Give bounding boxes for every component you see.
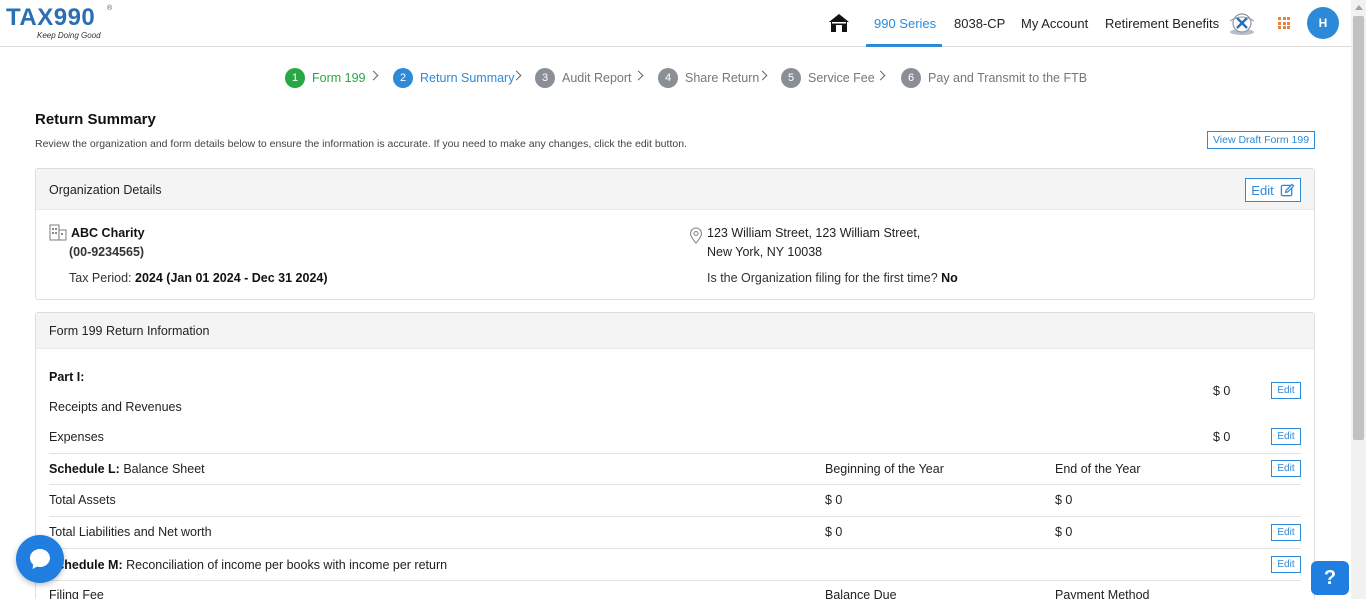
return-information-body: Part I: Receipts and Revenues $ 0 Edit E… — [36, 349, 1314, 599]
nav-retirement-benefits[interactable]: Retirement Benefits — [1105, 16, 1219, 31]
total-assets-begin: $ 0 — [825, 493, 843, 507]
logo-tagline: Keep Doing Good — [37, 31, 101, 40]
return-information-card: Form 199 Return Information Part I: Rece… — [35, 312, 1315, 599]
first-time-filing: Is the Organization filing for the first… — [707, 271, 958, 285]
step-number: 4 — [658, 68, 678, 88]
step-audit-report[interactable]: 3 Audit Report — [535, 68, 631, 88]
total-liabilities-end: $ 0 — [1055, 525, 1073, 539]
step-share-return[interactable]: 4 Share Return — [658, 68, 759, 88]
step-number: 3 — [535, 68, 555, 88]
step-number: 5 — [781, 68, 801, 88]
divider — [49, 580, 1301, 581]
divider — [49, 516, 1301, 517]
card-header: Form 199 Return Information — [36, 313, 1314, 349]
top-navbar: TAX990 ® Keep Doing Good 990 Series 8038… — [0, 0, 1351, 47]
help-button[interactable]: ? — [1311, 561, 1349, 595]
scroll-up-arrow-icon[interactable] — [1355, 5, 1363, 10]
first-time-label: Is the Organization filing for the first… — [707, 271, 942, 285]
step-number: 1 — [285, 68, 305, 88]
first-time-value: No — [941, 271, 958, 285]
address-line-1: 123 William Street, 123 William Street, — [707, 226, 921, 240]
filing-fee-label: Filing Fee — [49, 588, 104, 599]
address-line-2: New York, NY 10038 — [707, 245, 823, 259]
edit-pencil-icon — [1280, 183, 1295, 196]
card-title: Form 199 Return Information — [49, 324, 210, 338]
total-liabilities-begin: $ 0 — [825, 525, 843, 539]
divider — [49, 453, 1301, 454]
tax-period-value: 2024 (Jan 01 2024 - Dec 31 2024) — [135, 271, 328, 285]
schedule-m-heading: Schedule M: Reconciliation of income per… — [49, 558, 448, 572]
page-description: Review the organization and form details… — [35, 138, 687, 150]
chevron-right-icon — [633, 70, 644, 81]
tax-period-label: Tax Period: — [69, 271, 136, 285]
organization-details-body: ABC Charity (00-9234565) Tax Period: 202… — [36, 210, 1314, 299]
step-label: Service Fee — [808, 71, 875, 85]
expenses-amount: $ 0 — [1213, 430, 1231, 444]
home-icon[interactable] — [828, 12, 850, 34]
column-end-of-year: End of the Year — [1055, 462, 1141, 476]
organization-details-card: Organization Details Edit ABC Charity (0… — [35, 168, 1315, 300]
column-beginning-of-year: Beginning of the Year — [825, 462, 944, 476]
schedule-l-heading: Schedule L: Balance Sheet — [49, 462, 205, 476]
tax990-logo[interactable]: TAX990 ® Keep Doing Good — [6, 4, 112, 41]
chevron-right-icon — [875, 70, 886, 81]
edit-receipts-button[interactable]: Edit — [1271, 382, 1301, 399]
receipts-revenues-label: Receipts and Revenues — [49, 400, 182, 414]
edit-expenses-button[interactable]: Edit — [1271, 428, 1301, 445]
divider — [49, 548, 1301, 549]
step-label: Share Return — [685, 71, 760, 85]
step-service-fee[interactable]: 5 Service Fee — [781, 68, 875, 88]
edit-liabilities-button[interactable]: Edit — [1271, 524, 1301, 541]
card-title: Organization Details — [49, 183, 162, 197]
expenses-label: Expenses — [49, 430, 104, 444]
nav-8038-cp[interactable]: 8038-CP — [954, 16, 1005, 31]
vertical-scrollbar[interactable] — [1351, 0, 1366, 599]
total-liabilities-label: Total Liabilities and Net worth — [49, 525, 212, 539]
location-pin-icon — [689, 227, 703, 244]
x-product-icon[interactable] — [1228, 11, 1256, 37]
receipts-amount: $ 0 — [1213, 384, 1231, 398]
step-pay-and-transmit[interactable]: 6 Pay and Transmit to the FTB — [901, 68, 1087, 88]
edit-schedule-l-button[interactable]: Edit — [1271, 460, 1301, 477]
edit-schedule-m-button[interactable]: Edit — [1271, 556, 1301, 573]
edit-organization-button[interactable]: Edit — [1245, 178, 1301, 202]
payment-method-label: Payment Method — [1055, 588, 1150, 599]
progress-stepper: 1 Form 199 2 Return Summary 3 Audit Repo… — [0, 68, 1351, 90]
step-label: Pay and Transmit to the FTB — [928, 71, 1088, 85]
chat-icon — [30, 549, 50, 569]
balance-due-label: Balance Due — [825, 588, 897, 599]
step-label: Return Summary — [420, 71, 515, 85]
nav-active-indicator — [866, 44, 942, 47]
page-title: Return Summary — [35, 111, 156, 128]
edit-label: Edit — [1251, 182, 1274, 198]
step-label: Audit Report — [562, 71, 632, 85]
part-1-heading: Part I: — [49, 370, 85, 384]
apps-grid-icon[interactable] — [1278, 17, 1290, 29]
step-label: Form 199 — [312, 71, 366, 85]
total-assets-end: $ 0 — [1055, 493, 1073, 507]
nav-my-account[interactable]: My Account — [1021, 16, 1088, 31]
nav-990-series[interactable]: 990 Series — [874, 16, 936, 31]
total-assets-label: Total Assets — [49, 493, 116, 507]
organization-ein: (00-9234565) — [69, 245, 145, 259]
step-number: 6 — [901, 68, 921, 88]
user-avatar[interactable]: H — [1307, 7, 1339, 39]
step-return-summary[interactable]: 2 Return Summary — [393, 68, 514, 88]
card-header: Organization Details Edit — [36, 169, 1314, 210]
tax-period: Tax Period: 2024 (Jan 01 2024 - Dec 31 2… — [69, 271, 328, 285]
organization-name: ABC Charity — [71, 226, 145, 240]
logo-wordmark: TAX990 — [6, 4, 96, 31]
chat-widget-button[interactable] — [16, 535, 64, 583]
scrollbar-thumb[interactable] — [1353, 16, 1364, 440]
step-number: 2 — [393, 68, 413, 88]
chevron-right-icon — [368, 70, 379, 81]
divider — [49, 484, 1301, 485]
step-form-199[interactable]: 1 Form 199 — [285, 68, 366, 88]
view-draft-form-button[interactable]: View Draft Form 199 — [1207, 131, 1315, 149]
building-icon — [49, 224, 67, 241]
logo-registered-mark: ® — [107, 5, 113, 12]
